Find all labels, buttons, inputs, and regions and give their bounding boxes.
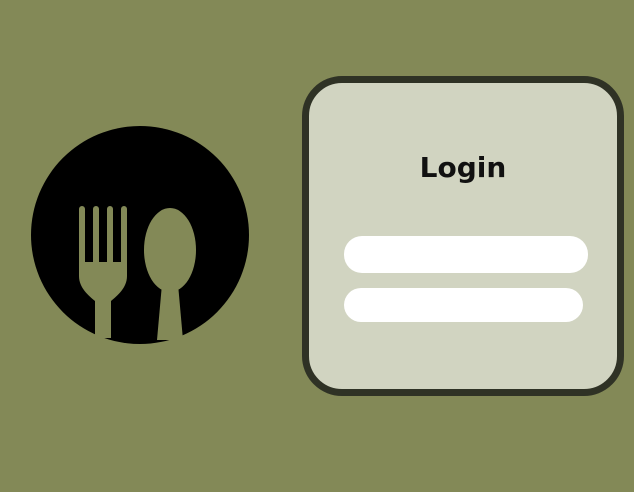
login-screen: { "logo": { "icon": "fork-and-spoon-icon…	[0, 0, 634, 492]
login-card: Login	[302, 76, 624, 396]
fork-and-spoon-icon	[31, 126, 249, 344]
logo-circle	[31, 126, 249, 344]
login-title: Login	[419, 151, 507, 184]
password-input[interactable]	[344, 288, 583, 322]
restaurant-logo	[31, 126, 249, 344]
username-input[interactable]	[344, 236, 588, 273]
